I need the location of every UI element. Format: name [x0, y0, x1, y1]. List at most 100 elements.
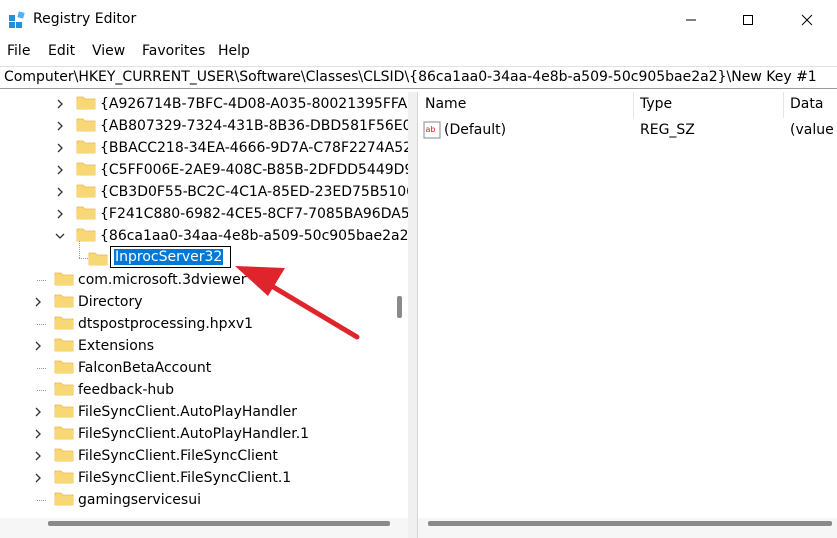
folder-icon: [76, 118, 96, 132]
tree-item[interactable]: dtspostprocessing.hpxv1: [32, 313, 253, 335]
tree-connector-line: [37, 280, 46, 281]
folder-icon-wrap: [54, 468, 78, 488]
folder-icon-wrap: [54, 380, 78, 400]
tree-item-label: FalconBetaAccount: [78, 360, 212, 376]
chevron-right-icon: [57, 121, 63, 131]
expand-chevron[interactable]: [32, 445, 44, 467]
expand-chevron[interactable]: [32, 291, 44, 313]
tree-connector-line: [37, 368, 46, 369]
chevron-right-icon: [57, 187, 63, 197]
value-type: REG_SZ: [640, 122, 695, 138]
tree-vertical-scrollbar-thumb[interactable]: [397, 296, 402, 318]
menu-help[interactable]: Help: [218, 43, 250, 59]
tree-item-editing[interactable]: [88, 247, 112, 269]
expand-chevron[interactable]: [32, 401, 44, 423]
list-horizontal-scrollbar-thumb[interactable]: [428, 521, 832, 526]
menu-favorites[interactable]: Favorites: [142, 43, 205, 59]
tree-item[interactable]: FalconBetaAccount: [32, 357, 211, 379]
expand-chevron[interactable]: [32, 423, 44, 445]
string-value-icon: ab: [423, 121, 441, 139]
expand-chevron[interactable]: [54, 137, 66, 159]
folder-icon: [54, 360, 74, 374]
tree-item[interactable]: com.microsoft.3dviewer: [32, 269, 246, 291]
tree-item[interactable]: {AB807329-7324-431B-8B36-DBD581F56E0E: [54, 115, 408, 137]
title-bar: Registry Editor: [0, 0, 837, 40]
folder-icon: [76, 184, 96, 198]
folder-icon-wrap: [54, 490, 78, 510]
expand-chevron[interactable]: [54, 181, 66, 203]
tree-item[interactable]: Directory: [32, 291, 143, 313]
column-separator[interactable]: [633, 92, 634, 118]
folder-icon-wrap: [76, 182, 100, 202]
maximize-icon: [743, 15, 753, 25]
key-tree[interactable]: {A926714B-7BFC-4D08-A035-80021395FFA8 {AB…: [0, 92, 408, 538]
tree-item-label: {CB3D0F55-BC2C-4C1A-85ED-23ED75B5106: [100, 184, 408, 200]
pane-splitter[interactable]: [408, 92, 418, 538]
menu-view[interactable]: View: [92, 43, 125, 59]
tree-item-label: FileSyncClient.FileSyncClient: [78, 448, 278, 464]
folder-icon-wrap: [76, 204, 100, 224]
tree-item-label: Directory: [78, 294, 143, 310]
folder-icon: [54, 316, 74, 330]
chevron-down-icon: [55, 233, 65, 239]
tree-connector-line: [79, 258, 88, 259]
chevron-right-icon: [57, 99, 63, 109]
column-separator[interactable]: [783, 92, 784, 118]
tree-item[interactable]: {A926714B-7BFC-4D08-A035-80021395FFA8: [54, 93, 408, 115]
folder-icon: [76, 206, 96, 220]
folder-icon: [54, 338, 74, 352]
expand-chevron[interactable]: [32, 335, 44, 357]
tree-connector-line: [79, 241, 80, 258]
tree-item-label: com.microsoft.3dviewer: [78, 272, 247, 288]
minimize-button[interactable]: [668, 0, 714, 40]
expand-chevron[interactable]: [32, 467, 44, 489]
tree-item[interactable]: {C5FF006E-2AE9-408C-B85B-2DFDD5449D9: [54, 159, 408, 181]
folder-icon: [76, 140, 96, 154]
menu-bar: File Edit View Favorites Help: [0, 40, 837, 64]
tree-horizontal-scrollbar-thumb[interactable]: [48, 521, 390, 526]
folder-icon: [88, 252, 108, 266]
column-header-name[interactable]: Name: [425, 96, 466, 112]
tree-item[interactable]: {86ca1aa0-34aa-4e8b-a509-50c905bae2a2}: [54, 225, 408, 247]
folder-icon: [76, 228, 96, 242]
folder-icon: [54, 448, 74, 462]
tree-item-label: {C5FF006E-2AE9-408C-B85B-2DFDD5449D9: [100, 162, 408, 178]
folder-icon-wrap: [54, 336, 78, 356]
maximize-button[interactable]: [725, 0, 771, 40]
tree-item[interactable]: Extensions: [32, 335, 154, 357]
address-bar[interactable]: Computer\HKEY_CURRENT_USER\Software\Clas…: [0, 66, 837, 89]
chevron-right-icon: [35, 297, 41, 307]
tree-item[interactable]: FileSyncClient.AutoPlayHandler: [32, 401, 297, 423]
menu-edit[interactable]: Edit: [48, 43, 75, 59]
collapse-chevron[interactable]: [54, 225, 66, 247]
values-list[interactable]: Name Type Data ab (Default) REG_SZ (valu…: [419, 92, 837, 518]
tree-item[interactable]: gamingservicesui: [32, 489, 201, 511]
tree-item[interactable]: feedback-hub: [32, 379, 174, 401]
column-header-type[interactable]: Type: [640, 96, 672, 112]
close-button[interactable]: [784, 0, 830, 40]
folder-icon: [54, 272, 74, 286]
rename-key-input[interactable]: InprocServer32: [110, 246, 231, 268]
folder-icon: [76, 96, 96, 110]
folder-icon: [54, 492, 74, 506]
folder-icon-wrap: [54, 446, 78, 466]
folder-icon-wrap: [76, 116, 100, 136]
expand-chevron[interactable]: [54, 159, 66, 181]
expand-chevron[interactable]: [54, 115, 66, 137]
folder-icon-wrap: [54, 292, 78, 312]
expand-chevron[interactable]: [54, 203, 66, 225]
column-header-data[interactable]: Data: [790, 96, 823, 112]
tree-item-label: feedback-hub: [78, 382, 174, 398]
folder-icon-wrap: [76, 138, 100, 158]
tree-item-label: FileSyncClient.FileSyncClient.1: [78, 470, 292, 486]
tree-item[interactable]: {CB3D0F55-BC2C-4C1A-85ED-23ED75B5106: [54, 181, 408, 203]
tree-item[interactable]: {BBACC218-34EA-4666-9D7A-C78F2274A524: [54, 137, 408, 159]
folder-icon-wrap: [54, 270, 78, 290]
tree-item[interactable]: FileSyncClient.AutoPlayHandler.1: [32, 423, 309, 445]
tree-item[interactable]: {F241C880-6982-4CE5-8CF7-7085BA96DA5A: [54, 203, 408, 225]
tree-item[interactable]: FileSyncClient.FileSyncClient.1: [32, 467, 291, 489]
value-data: (value n: [790, 122, 837, 138]
tree-item[interactable]: FileSyncClient.FileSyncClient: [32, 445, 278, 467]
expand-chevron[interactable]: [54, 93, 66, 115]
menu-file[interactable]: File: [7, 43, 30, 59]
